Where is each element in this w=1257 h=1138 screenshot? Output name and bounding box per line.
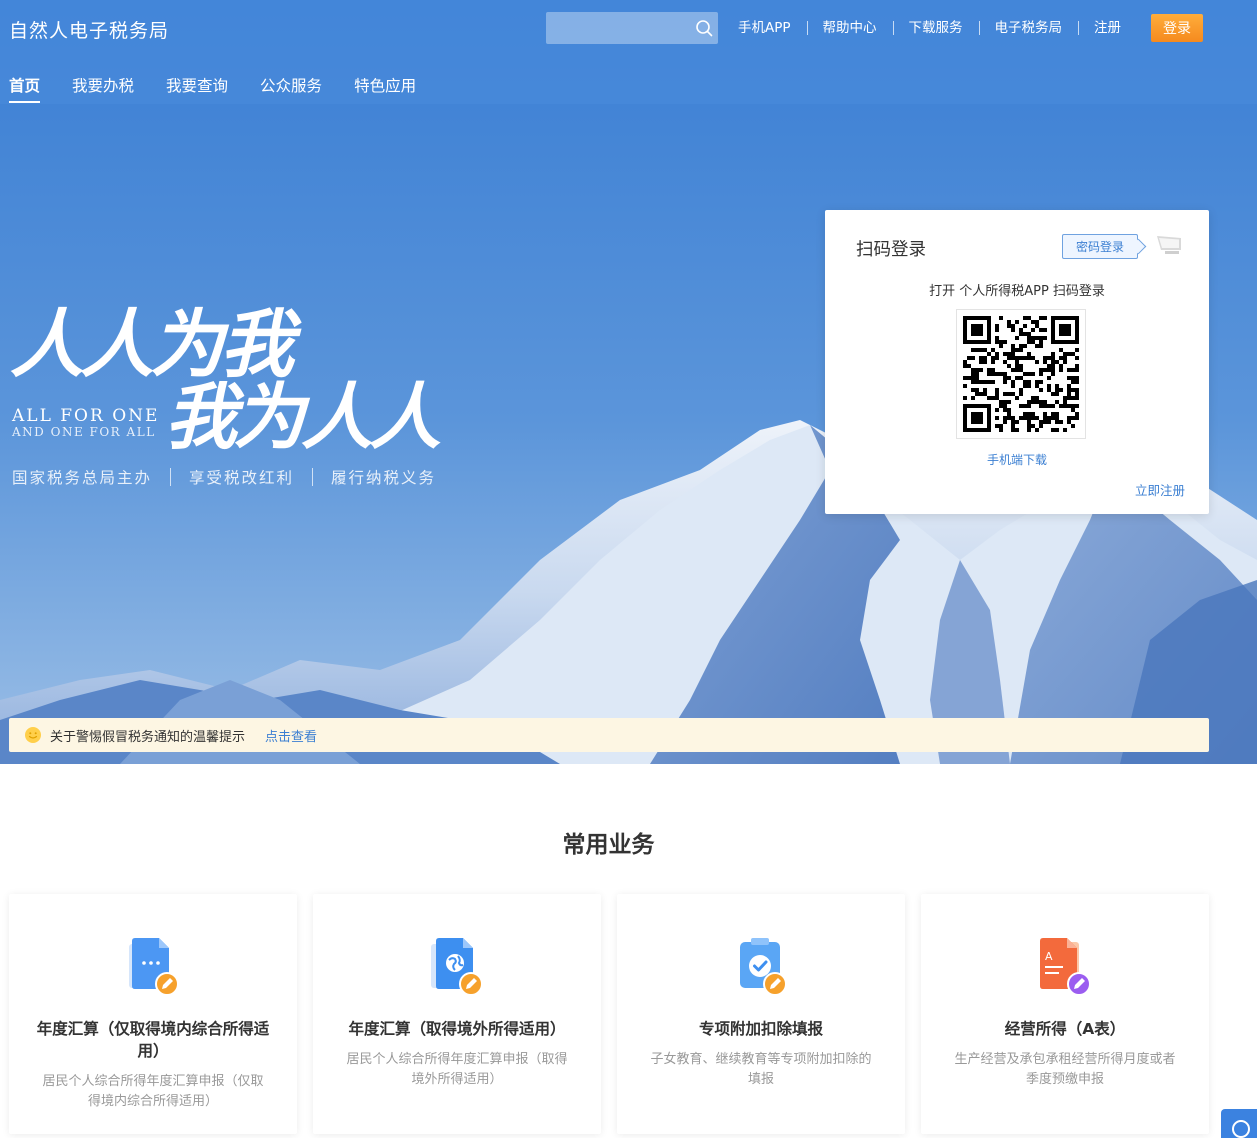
chat-icon	[1232, 1120, 1250, 1138]
calligraphy-line2: 我为人人	[165, 374, 441, 452]
business-card[interactable]: A 经营所得（A表） 生产经营及承包承租经营所得月度或者季度预缴申报	[921, 894, 1209, 1134]
form-a-icon: A	[1040, 938, 1091, 996]
scan-tip: 打开 个人所得税APP 扫码登录	[929, 284, 1105, 299]
business-card-title: 专项附加扣除填报	[698, 1020, 823, 1038]
business-card[interactable]: 年度汇算（取得境外所得适用） 居民个人综合所得年度汇算申报（取得境外所得适用）	[313, 894, 601, 1134]
svg-text:A: A	[1045, 950, 1053, 963]
nav-tax-handling[interactable]: 我要办税	[72, 74, 134, 104]
business-card-desc: 居民个人综合所得年度汇算申报（取得境外所得适用）	[346, 1052, 568, 1087]
business-card-desc: 子女教育、继续教育等专项附加扣除的填报	[650, 1052, 872, 1087]
top-link-download-service[interactable]: 下载服务	[892, 19, 979, 37]
top-links: 手机APP 帮助中心 下载服务 电子税务局 注册	[722, 19, 1137, 37]
notice-bar: 关于警惕假冒税务通知的温馨提示 点击查看	[9, 718, 1209, 752]
qr-code	[956, 309, 1086, 439]
business-card[interactable]: 年度汇算（仅取得境内综合所得适用） 居民个人综合所得年度汇算申报（仅取得境内综合…	[9, 894, 297, 1134]
top-link-e-tax-bureau[interactable]: 电子税务局	[978, 19, 1079, 37]
site-brand[interactable]: 自然人电子税务局	[9, 16, 169, 43]
business-card-title: 经营所得（A表）	[1004, 1020, 1126, 1038]
search-icon[interactable]	[694, 18, 714, 38]
register-now-link[interactable]: 立即注册	[1135, 480, 1185, 499]
computer-login-icon[interactable]	[1155, 234, 1185, 256]
business-card-desc: 生产经营及承包承租经营所得月度或者季度预缴申报	[954, 1052, 1176, 1087]
nav-public-service[interactable]: 公众服务	[260, 74, 322, 104]
clipboard-check-icon	[740, 938, 787, 996]
online-service-button[interactable]	[1221, 1109, 1257, 1138]
main-nav: 首页 我要办税 我要查询 公众服务 特色应用	[9, 74, 448, 104]
business-card-title: 年度汇算（仅取得境内综合所得适用）	[36, 1020, 270, 1060]
search-box	[546, 12, 718, 44]
business-card-title: 年度汇算（取得境外所得适用）	[348, 1020, 566, 1038]
slogan-english-line1: ALL FOR ONE	[12, 406, 160, 426]
password-login-label: 密码登录	[1075, 240, 1124, 254]
document-edit-icon	[129, 938, 179, 996]
top-link-register[interactable]: 注册	[1078, 19, 1137, 37]
search-input[interactable]	[546, 12, 718, 44]
mobile-download-link[interactable]: 手机端下载	[825, 451, 1209, 468]
notice-text: 关于警惕假冒税务通知的温馨提示	[50, 729, 246, 745]
tagline: 国家税务总局主办 享受税改红利 履行纳税义务	[12, 466, 436, 488]
top-header: 自然人电子税务局 手机APP 帮助中心 下载服务 电子税务局 注册 登录 首页 …	[0, 0, 1257, 104]
smile-icon	[25, 727, 41, 743]
tagline-divider	[170, 468, 172, 486]
globe-document-icon	[431, 938, 483, 996]
business-card[interactable]: 专项附加扣除填报 子女教育、继续教育等专项附加扣除的填报	[617, 894, 905, 1134]
login-button[interactable]: 登录	[1151, 14, 1203, 42]
nav-special-apps[interactable]: 特色应用	[354, 74, 416, 104]
nav-query[interactable]: 我要查询	[166, 74, 228, 104]
nav-home[interactable]: 首页	[9, 74, 41, 104]
qr-code-image	[963, 316, 1079, 432]
top-link-help-center[interactable]: 帮助中心	[806, 19, 893, 37]
slogan-english-line2: AND ONE FOR ALL	[12, 425, 156, 439]
notice-view-link[interactable]: 点击查看	[265, 726, 317, 745]
tagline-item: 履行纳税义务	[331, 469, 437, 487]
tagline-item: 国家税务总局主办	[12, 469, 153, 487]
top-link-mobile-app[interactable]: 手机APP	[722, 19, 807, 37]
qr-login-card: 扫码登录 密码登录 打开 个人所得税APP 扫码登录 手机端下载 立即注册	[825, 210, 1209, 514]
tagline-item: 享受税改红利	[189, 469, 295, 487]
password-login-tab[interactable]: 密码登录	[1062, 234, 1138, 259]
tagline-divider	[312, 468, 314, 486]
qr-login-title: 扫码登录	[856, 240, 926, 260]
common-business-title: 常用业务	[562, 832, 655, 858]
business-card-desc: 居民个人综合所得年度汇算申报（仅取得境内综合所得适用）	[42, 1074, 264, 1109]
